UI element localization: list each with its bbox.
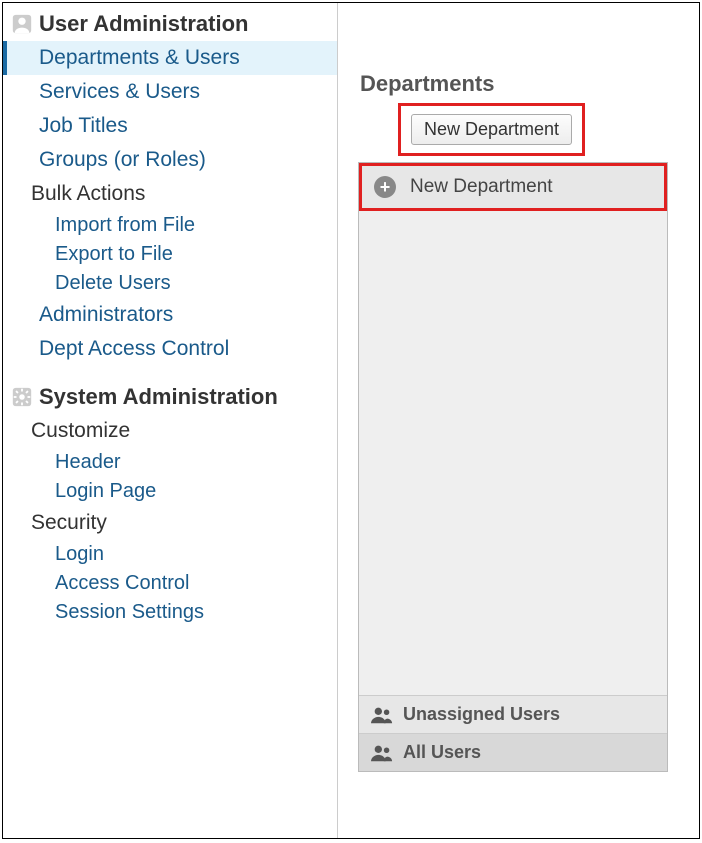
departments-list: + New Department Unassigned Users All Us… bbox=[358, 162, 668, 772]
system-administration-header: System Administration bbox=[3, 380, 337, 414]
users-icon bbox=[371, 706, 393, 724]
sidebar: User Administration Departments & Users … bbox=[3, 3, 338, 838]
gear-icon bbox=[11, 386, 33, 408]
nav-customize-label: Customize bbox=[3, 414, 337, 448]
unassigned-users-label: Unassigned Users bbox=[403, 704, 560, 725]
nav-bulk-actions-label: Bulk Actions bbox=[3, 177, 337, 211]
nav-dept-access-control[interactable]: Dept Access Control bbox=[3, 332, 337, 366]
department-item-label: New Department bbox=[410, 176, 553, 198]
nav-administrators[interactable]: Administrators bbox=[3, 298, 337, 332]
plus-icon: + bbox=[374, 176, 396, 198]
user-administration-header: User Administration bbox=[3, 7, 337, 41]
new-department-button[interactable]: New Department bbox=[411, 114, 572, 145]
all-users-label: All Users bbox=[403, 742, 481, 763]
nav-departments-users[interactable]: Departments & Users bbox=[3, 41, 337, 75]
main-panel: Departments New Department + New Departm… bbox=[338, 3, 699, 838]
nav-header[interactable]: Header bbox=[3, 448, 337, 477]
system-administration-title: System Administration bbox=[39, 384, 278, 410]
nav-session-settings[interactable]: Session Settings bbox=[3, 598, 337, 627]
user-administration-title: User Administration bbox=[39, 11, 248, 37]
nav-access-control[interactable]: Access Control bbox=[3, 569, 337, 598]
nav-import-from-file[interactable]: Import from File bbox=[3, 211, 337, 240]
departments-heading: Departments bbox=[360, 71, 679, 97]
new-department-button-highlight: New Department bbox=[398, 103, 585, 156]
users-icon bbox=[371, 744, 393, 762]
nav-job-titles[interactable]: Job Titles bbox=[3, 109, 337, 143]
user-icon bbox=[11, 13, 33, 35]
nav-groups-roles[interactable]: Groups (or Roles) bbox=[3, 143, 337, 177]
nav-delete-users[interactable]: Delete Users bbox=[3, 269, 337, 298]
department-item-new[interactable]: + New Department bbox=[359, 163, 667, 211]
nav-export-to-file[interactable]: Export to File bbox=[3, 240, 337, 269]
nav-services-users[interactable]: Services & Users bbox=[3, 75, 337, 109]
nav-login-page[interactable]: Login Page bbox=[3, 477, 337, 506]
nav-login[interactable]: Login bbox=[3, 540, 337, 569]
nav-security-label: Security bbox=[3, 506, 337, 540]
unassigned-users-item[interactable]: Unassigned Users bbox=[359, 695, 667, 733]
all-users-item[interactable]: All Users bbox=[359, 733, 667, 771]
